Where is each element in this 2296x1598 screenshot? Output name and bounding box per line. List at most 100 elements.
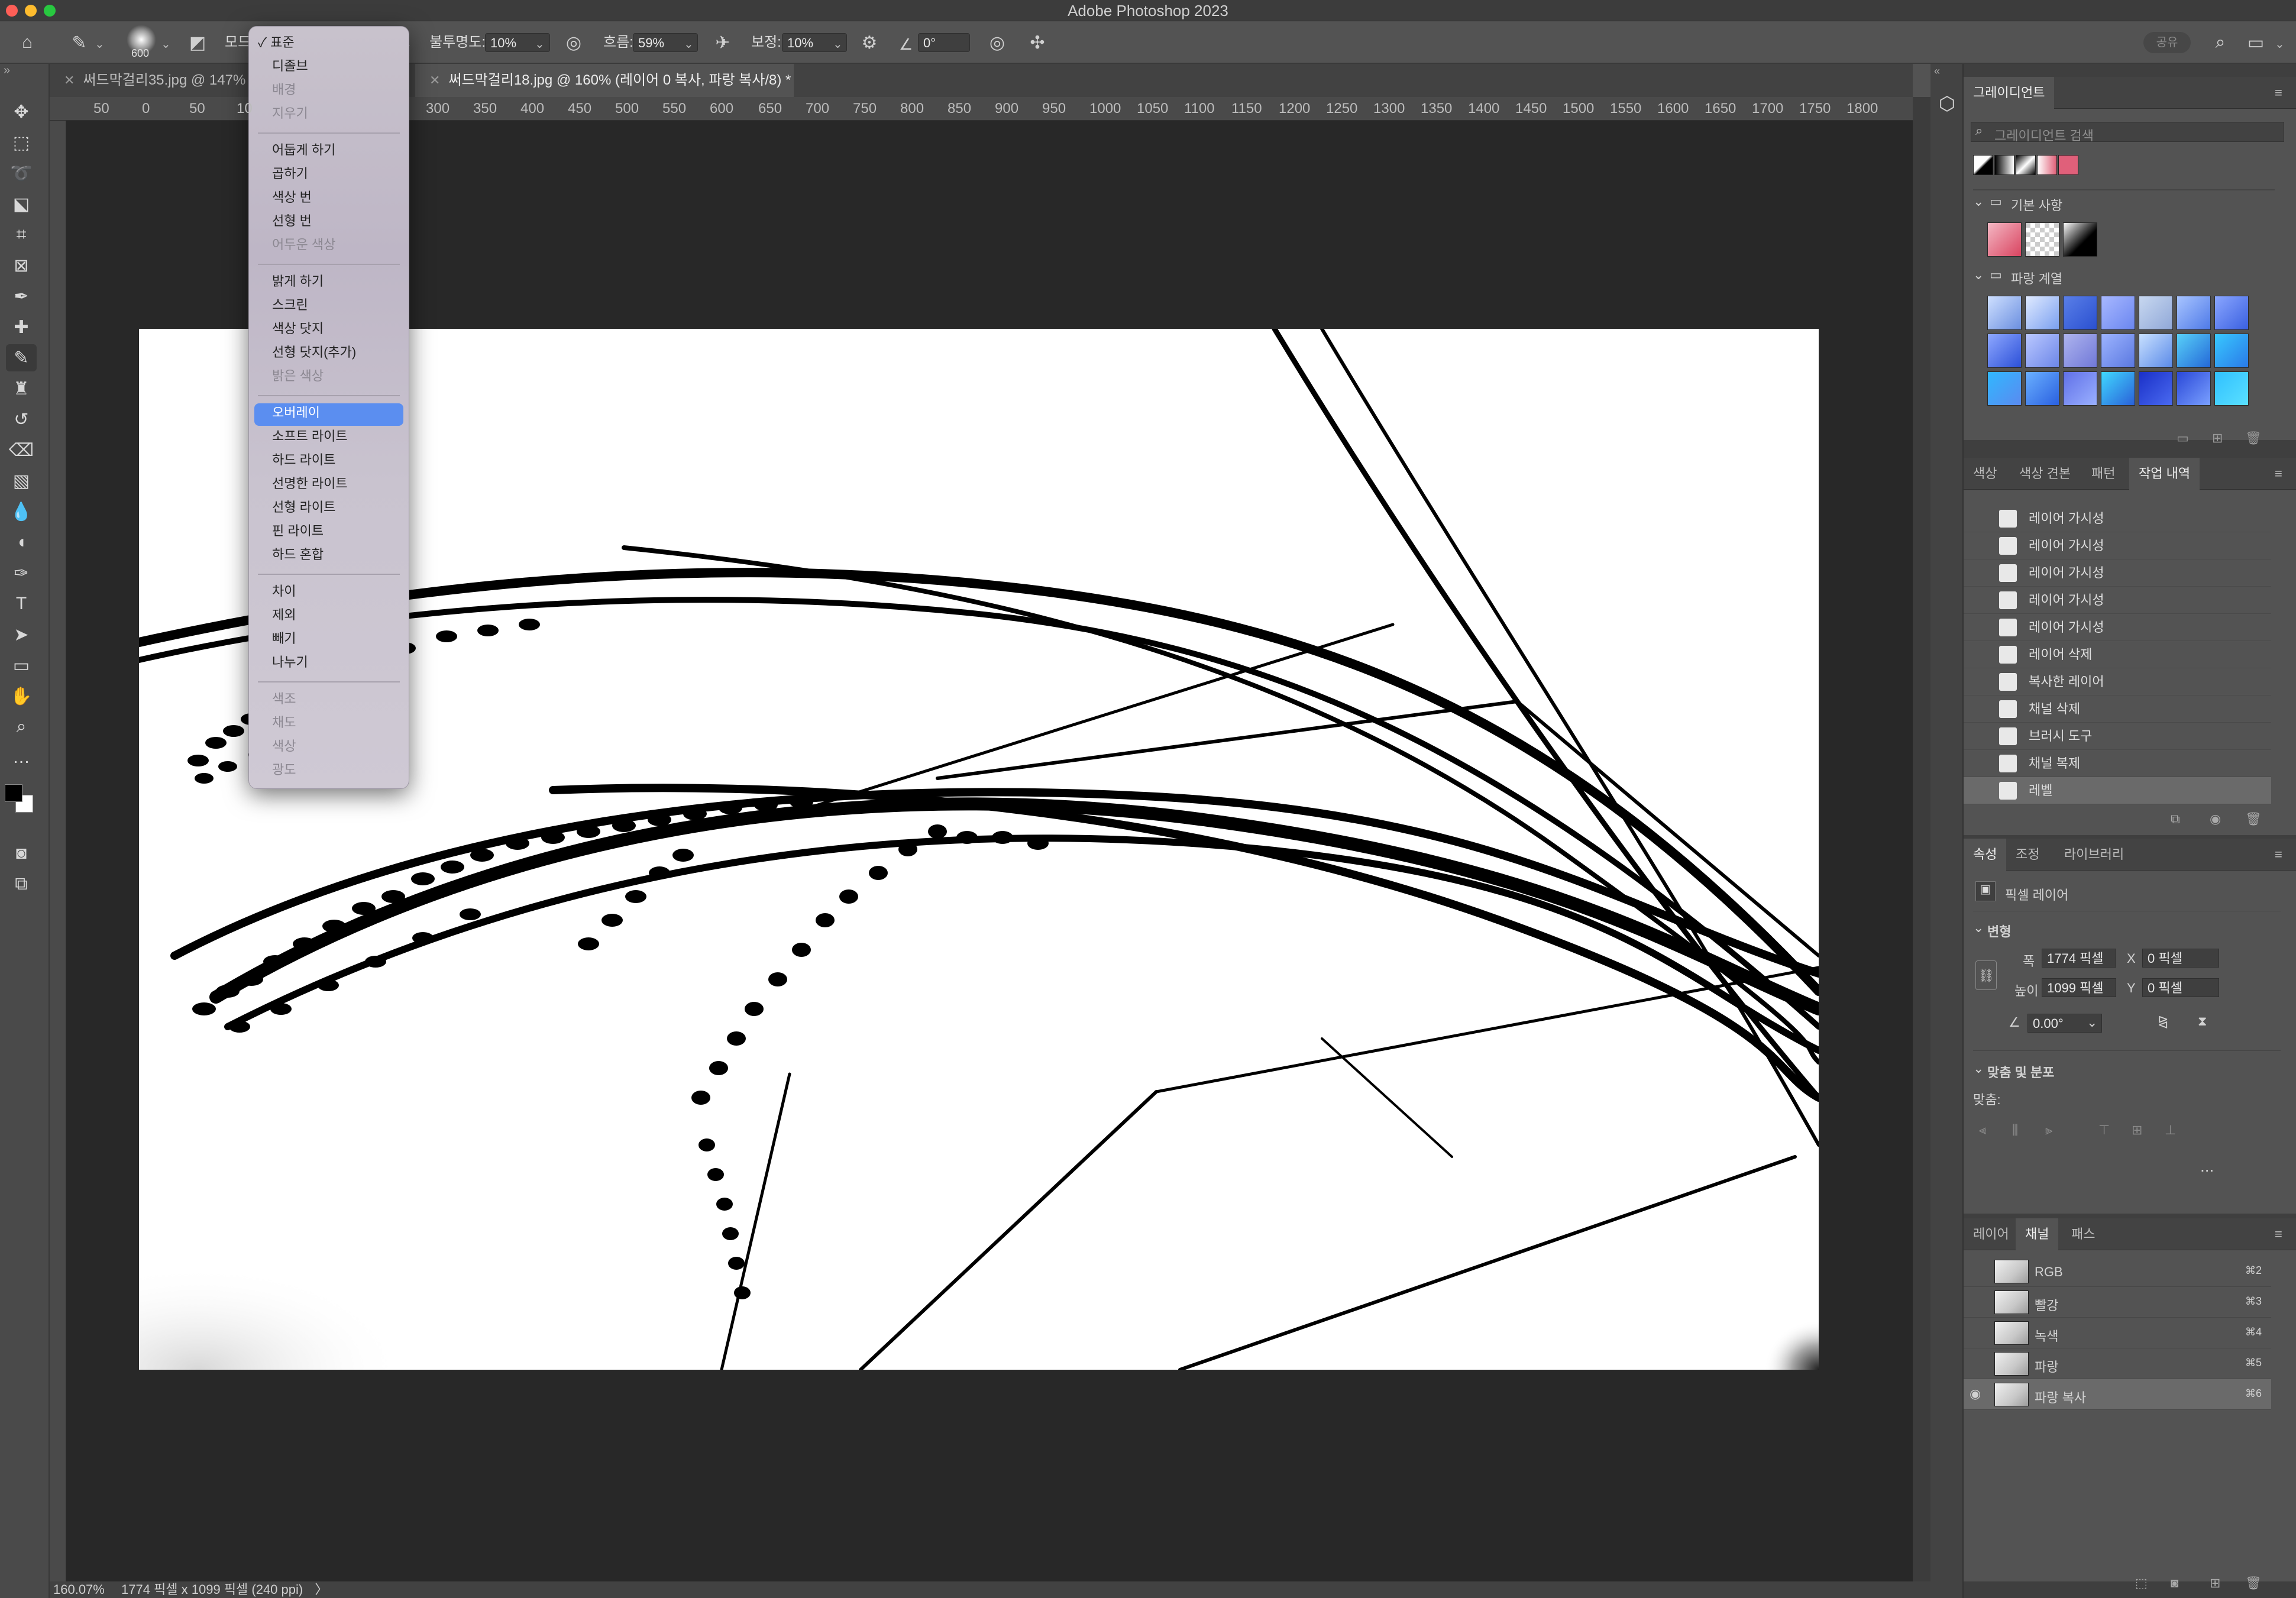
folder-chevron-icon[interactable]: ⌄ bbox=[1973, 194, 1984, 209]
chevron-down-icon[interactable]: ⌄ bbox=[535, 37, 545, 51]
tab-patterns[interactable]: 패턴 bbox=[2082, 458, 2124, 490]
recent-gradient-swatch[interactable] bbox=[2037, 155, 2057, 175]
brush-preset-icon[interactable]: ✎ bbox=[65, 28, 93, 57]
folder-basics-label[interactable]: 기본 사항 bbox=[2011, 195, 2062, 214]
align-right-icon[interactable]: ⫸ bbox=[2045, 1123, 2052, 1138]
link-icon[interactable]: ⛓ bbox=[1975, 960, 1997, 990]
gradient-swatch[interactable] bbox=[2139, 371, 2173, 406]
section-chevron-icon[interactable]: ⌄ bbox=[1973, 920, 1984, 936]
width-field[interactable]: 1774 픽셀 bbox=[2042, 949, 2116, 968]
load-selection-icon[interactable]: ⬚ bbox=[2135, 1576, 2148, 1591]
eye-icon[interactable]: ◉ bbox=[1970, 1386, 1981, 1402]
close-icon[interactable]: ✕ bbox=[64, 73, 75, 88]
tab-color[interactable]: 색상 bbox=[1964, 458, 2006, 490]
share-button[interactable]: 공유 bbox=[2143, 32, 2191, 53]
new-document-from-state-icon[interactable]: ⧉ bbox=[2171, 811, 2180, 827]
blend-mode-item[interactable]: 곱하기 bbox=[272, 163, 308, 185]
move-tool-icon[interactable]: ✥ bbox=[6, 98, 37, 125]
panel-menu-icon[interactable]: ≡ bbox=[2275, 466, 2282, 481]
blend-mode-item[interactable]: 선형 닷지(추가) bbox=[272, 342, 356, 363]
brush-tool-icon[interactable]: ✎ bbox=[6, 344, 37, 371]
3d-cube-icon[interactable]: ⬡ bbox=[1935, 92, 1959, 116]
pen-tool-icon[interactable]: ✑ bbox=[6, 559, 37, 587]
chevron-down-icon[interactable]: ⌄ bbox=[95, 37, 105, 51]
blend-mode-item[interactable]: 어둡게 하기 bbox=[272, 140, 335, 161]
symmetry-icon[interactable]: ✣ bbox=[1023, 28, 1052, 57]
home-icon[interactable]: ⌂ bbox=[13, 28, 41, 57]
blend-mode-item[interactable]: 핀 라이트 bbox=[272, 520, 324, 542]
zoom-level[interactable]: 160.07% bbox=[53, 1582, 105, 1597]
gear-icon[interactable]: ⚙ bbox=[855, 28, 884, 57]
trash-icon[interactable]: 🗑 bbox=[2245, 431, 2262, 446]
tab-gradients[interactable]: 그레이디언트 bbox=[1964, 77, 2055, 109]
document-tab-2[interactable]: ✕ 써드막걸리18.jpg @ 160% (레이어 0 복사, 파랑 복사/8) … bbox=[415, 64, 794, 97]
collapse-panels-icon[interactable]: « bbox=[1934, 65, 1940, 77]
gradient-swatch[interactable] bbox=[1987, 371, 2022, 406]
healing-brush-tool-icon[interactable]: ✚ bbox=[6, 313, 37, 341]
blend-mode-item[interactable]: 오버레이 bbox=[272, 402, 320, 423]
gradient-swatch[interactable] bbox=[1987, 334, 2022, 368]
blend-mode-item[interactable]: 색상 닷지 bbox=[272, 318, 324, 339]
recent-gradient-swatch[interactable] bbox=[2058, 155, 2078, 175]
pressure-size-icon[interactable]: ◎ bbox=[983, 28, 1011, 57]
tab-channels[interactable]: 채널 bbox=[2016, 1218, 2059, 1250]
align-left-icon[interactable]: ⫷ bbox=[1979, 1123, 1986, 1138]
tab-libraries[interactable]: 라이브러리 bbox=[2055, 839, 2133, 871]
eraser-tool-icon[interactable]: ⌫ bbox=[6, 436, 37, 464]
recent-gradient-swatch[interactable] bbox=[2016, 155, 2036, 175]
gradient-swatch[interactable] bbox=[2025, 296, 2059, 330]
gradient-swatch[interactable] bbox=[2214, 371, 2249, 406]
height-field[interactable]: 1099 픽셀 bbox=[2042, 978, 2116, 997]
gradient-swatch[interactable] bbox=[2139, 334, 2173, 368]
gradient-swatch[interactable] bbox=[1987, 222, 2022, 257]
rectangle-tool-icon[interactable]: ▭ bbox=[6, 652, 37, 679]
gradient-swatch[interactable] bbox=[2177, 334, 2211, 368]
crop-tool-icon[interactable]: ⌗ bbox=[6, 221, 37, 248]
new-channel-icon[interactable]: ⊞ bbox=[2210, 1576, 2220, 1591]
gradient-swatch[interactable] bbox=[2101, 371, 2135, 406]
y-field[interactable]: 0 픽셀 bbox=[2142, 978, 2219, 997]
object-select-tool-icon[interactable]: ⬕ bbox=[6, 190, 37, 218]
blend-mode-item[interactable]: 선형 라이트 bbox=[272, 497, 335, 518]
gradient-swatch[interactable] bbox=[2063, 296, 2097, 330]
blend-mode-item[interactable]: 밝게 하기 bbox=[272, 271, 324, 292]
gradient-swatch[interactable] bbox=[2063, 222, 2097, 257]
lasso-tool-icon[interactable]: ➰ bbox=[6, 160, 37, 187]
blend-mode-item[interactable]: 하드 혼합 bbox=[272, 544, 324, 565]
frame-tool-icon[interactable]: ⊠ bbox=[6, 252, 37, 279]
flip-horizontal-icon[interactable]: ⧎ bbox=[2158, 1014, 2168, 1029]
brush-settings-icon[interactable]: ◩ bbox=[183, 28, 212, 57]
hand-tool-icon[interactable]: ✋ bbox=[6, 682, 37, 710]
section-chevron-icon[interactable]: ⌄ bbox=[1973, 1061, 1984, 1076]
status-menu-arrow-icon[interactable]: 〉 bbox=[315, 1582, 328, 1597]
dodge-tool-icon[interactable]: ◖ bbox=[6, 529, 37, 556]
workspace-icon[interactable]: ▭ bbox=[2242, 28, 2270, 57]
search-icon[interactable]: ⌕ bbox=[2206, 28, 2234, 57]
flip-vertical-icon[interactable]: ⧗ bbox=[2198, 1014, 2207, 1029]
align-bottom-icon[interactable]: ⊥ bbox=[2165, 1123, 2176, 1138]
blend-mode-item[interactable]: 선형 번 bbox=[272, 211, 312, 232]
tab-adjustments[interactable]: 조정 bbox=[2006, 839, 2049, 871]
blend-mode-item[interactable]: 제외 bbox=[272, 604, 296, 626]
zoom-tool-icon[interactable]: ⌕ bbox=[6, 713, 37, 740]
tab-properties[interactable]: 속성 bbox=[1964, 839, 2007, 871]
blur-tool-icon[interactable]: 💧 bbox=[6, 498, 37, 525]
blend-mode-item[interactable]: 차이 bbox=[272, 581, 296, 602]
stamp-tool-icon[interactable]: ♜ bbox=[6, 375, 37, 402]
more-tools-icon[interactable]: … bbox=[6, 744, 37, 771]
align-middle-v-icon[interactable]: ⊞ bbox=[2132, 1123, 2142, 1138]
panel-menu-icon[interactable]: ≡ bbox=[2275, 847, 2282, 862]
blend-mode-item[interactable]: 하드 라이트 bbox=[272, 449, 335, 471]
gradient-swatch[interactable] bbox=[2063, 334, 2097, 368]
type-tool-icon[interactable]: T bbox=[6, 590, 37, 617]
x-field[interactable]: 0 픽셀 bbox=[2142, 949, 2219, 968]
blend-mode-item[interactable]: ✓ 표준 bbox=[258, 32, 295, 53]
screen-mode-icon[interactable]: ⧉ bbox=[6, 871, 37, 898]
trash-icon[interactable]: 🗑 bbox=[2245, 1576, 2262, 1591]
blend-mode-item[interactable]: 소프트 라이트 bbox=[272, 426, 348, 447]
eyedropper-tool-icon[interactable]: ✒ bbox=[6, 283, 37, 310]
camera-icon[interactable]: ◉ bbox=[2210, 811, 2221, 827]
chevron-down-icon[interactable]: ⌄ bbox=[684, 37, 694, 51]
chevron-down-icon[interactable]: ⌄ bbox=[161, 37, 171, 51]
foreground-color-swatch-front[interactable] bbox=[5, 784, 22, 802]
